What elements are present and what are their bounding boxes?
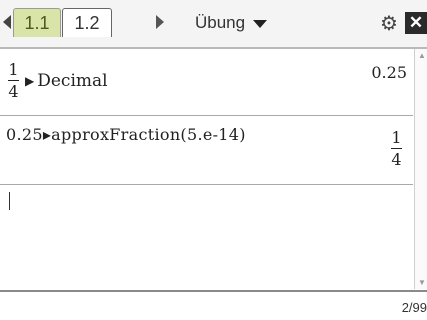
- document-title-menu[interactable]: Übung: [195, 10, 268, 36]
- caret-down-icon: [253, 19, 268, 28]
- history-operator: Decimal: [37, 70, 108, 91]
- scroll-down-icon[interactable]: ▼: [418, 278, 426, 287]
- document-title: Übung: [195, 13, 246, 32]
- fraction-bar: [8, 80, 19, 81]
- scrollbar[interactable]: ▲ ▼: [414, 49, 427, 289]
- fraction-denominator: 4: [8, 82, 19, 101]
- history-entry[interactable]: 1 4 ▶ Decimal 0.25: [0, 49, 413, 116]
- triangle-right-icon[interactable]: [156, 15, 164, 29]
- document-toolbar: 1.1 1.2 Übung ⚙ ✕: [0, 0, 427, 49]
- fraction-denominator: 4: [391, 150, 402, 169]
- history-entry[interactable]: 0.25▸approxFraction(5.e-14) 1 4: [0, 116, 413, 185]
- gear-cluster-icon[interactable]: ⚙: [380, 12, 402, 34]
- history-result: 1 4: [391, 128, 405, 168]
- convert-arrow-icon: ▶: [25, 73, 35, 88]
- fraction: 1 4: [391, 129, 402, 168]
- page-counter: 2/99: [401, 300, 427, 315]
- fraction-numerator: 1: [8, 60, 19, 79]
- triangle-left-icon[interactable]: [3, 15, 11, 29]
- entry-line-cursor[interactable]: [9, 192, 10, 210]
- history-result: 0.25: [371, 63, 407, 82]
- history-input: 1 4 ▶ Decimal: [8, 61, 108, 100]
- scroll-up-icon[interactable]: ▲: [418, 51, 426, 60]
- fraction: 1 4: [8, 61, 19, 100]
- fraction-bar: [391, 148, 402, 149]
- tab-page-1-1[interactable]: 1.1: [13, 8, 61, 37]
- tab-page-1-2[interactable]: 1.2: [62, 8, 112, 37]
- status-bar: 2/99: [0, 290, 427, 320]
- close-icon[interactable]: ✕: [405, 12, 427, 34]
- fraction-numerator: 1: [391, 128, 402, 147]
- history-input: 0.25▸approxFraction(5.e-14): [6, 125, 246, 144]
